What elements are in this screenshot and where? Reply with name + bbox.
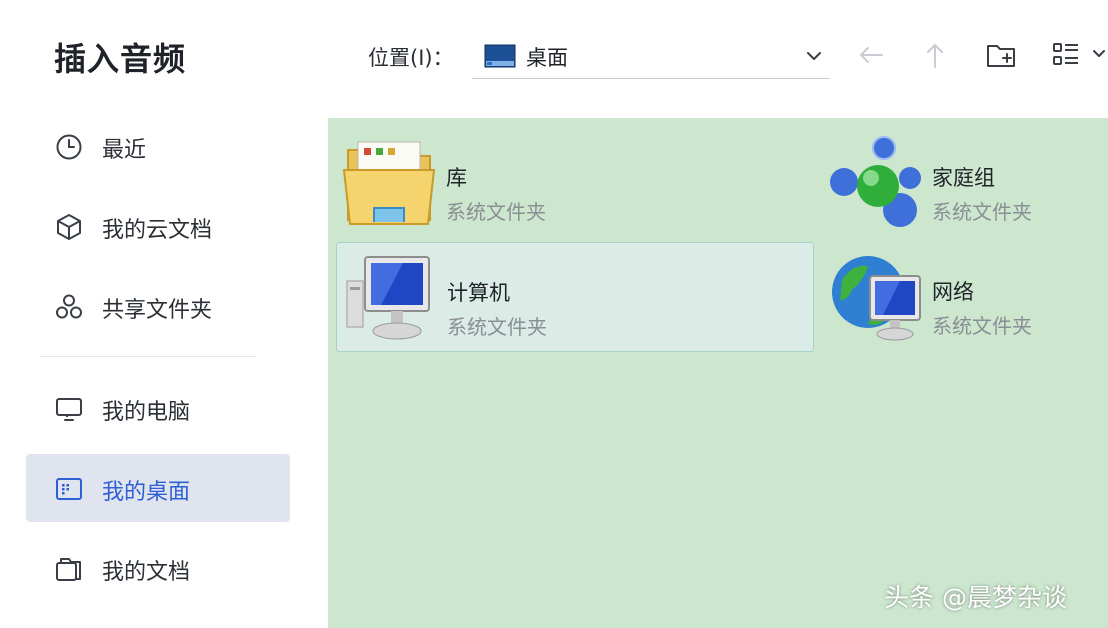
dialog-title: 插入音频 xyxy=(54,40,187,78)
file-item-type: 系统文件夹 xyxy=(446,200,546,224)
sidebar-item-label: 我的云文档 xyxy=(102,218,213,243)
sidebar-item-label: 我的文档 xyxy=(102,560,191,585)
sidebar-item-my-computer[interactable]: 我的电脑 xyxy=(26,374,290,442)
homegroup-icon xyxy=(830,136,921,227)
sidebar-item-cloud-docs[interactable]: 我的云文档 xyxy=(26,192,290,260)
file-item-name: 计算机 xyxy=(447,281,510,305)
clock-icon xyxy=(56,134,82,160)
desktop-icon xyxy=(56,478,82,500)
sidebar-item-recent[interactable]: 最近 xyxy=(26,112,290,180)
sidebar-item-my-desktop[interactable]: 我的桌面 xyxy=(26,454,290,522)
location-dropdown[interactable]: 桌面 xyxy=(472,34,830,79)
back-arrow-icon[interactable] xyxy=(854,38,888,72)
network-icon xyxy=(832,256,921,341)
chevron-down-icon[interactable] xyxy=(804,46,824,66)
cloud-doc-icon xyxy=(57,214,81,240)
file-item-library[interactable]: 库 系统文件夹 xyxy=(336,128,812,236)
sidebar-item-label: 我的桌面 xyxy=(102,480,191,505)
desktop-screen-icon xyxy=(484,44,516,68)
sidebar-divider xyxy=(40,356,256,357)
file-item-name: 网络 xyxy=(932,280,974,304)
sidebar-item-label: 最近 xyxy=(102,138,147,163)
sidebar-item-label: 共享文件夹 xyxy=(102,298,213,323)
location-value: 桌面 xyxy=(526,46,568,70)
file-item-name: 家庭组 xyxy=(932,166,995,190)
view-mode-icon[interactable] xyxy=(1050,38,1108,72)
up-arrow-icon[interactable] xyxy=(918,38,952,72)
sidebar-item-label: 我的电脑 xyxy=(102,400,191,425)
computer-icon xyxy=(56,398,82,421)
file-item-computer[interactable]: 计算机 系统文件夹 xyxy=(336,242,814,352)
file-item-type: 系统文件夹 xyxy=(932,200,1032,224)
sidebar-item-shared-folders[interactable]: 共享文件夹 xyxy=(26,272,290,340)
library-folder-icon xyxy=(342,141,436,225)
watermark: 头条 @晨梦杂谈 xyxy=(884,583,1067,612)
location-label: 位置(I)： xyxy=(368,46,454,70)
new-folder-icon[interactable] xyxy=(984,38,1018,72)
file-item-type: 系统文件夹 xyxy=(447,315,547,339)
toolbar: 位置(I)： 桌面 xyxy=(328,0,1108,118)
documents-icon xyxy=(56,558,81,581)
file-item-type: 系统文件夹 xyxy=(932,314,1032,338)
sidebar-item-my-documents[interactable]: 我的文档 xyxy=(26,534,290,602)
file-browser-area: 库 系统文件夹 家庭组 系统文件夹 计算机 系统文件夹 网络 系统文件夹 xyxy=(328,118,1108,628)
file-item-network[interactable]: 网络 系统文件夹 xyxy=(822,242,1102,350)
file-item-name: 库 xyxy=(446,166,467,190)
file-item-homegroup[interactable]: 家庭组 系统文件夹 xyxy=(822,128,1102,236)
computer-icon xyxy=(346,256,430,340)
share-folder-icon xyxy=(56,294,82,319)
sidebar: 插入音频 最近 我的云文档 共享文件夹 我的电脑 我的桌面 我的文档 xyxy=(0,0,328,628)
